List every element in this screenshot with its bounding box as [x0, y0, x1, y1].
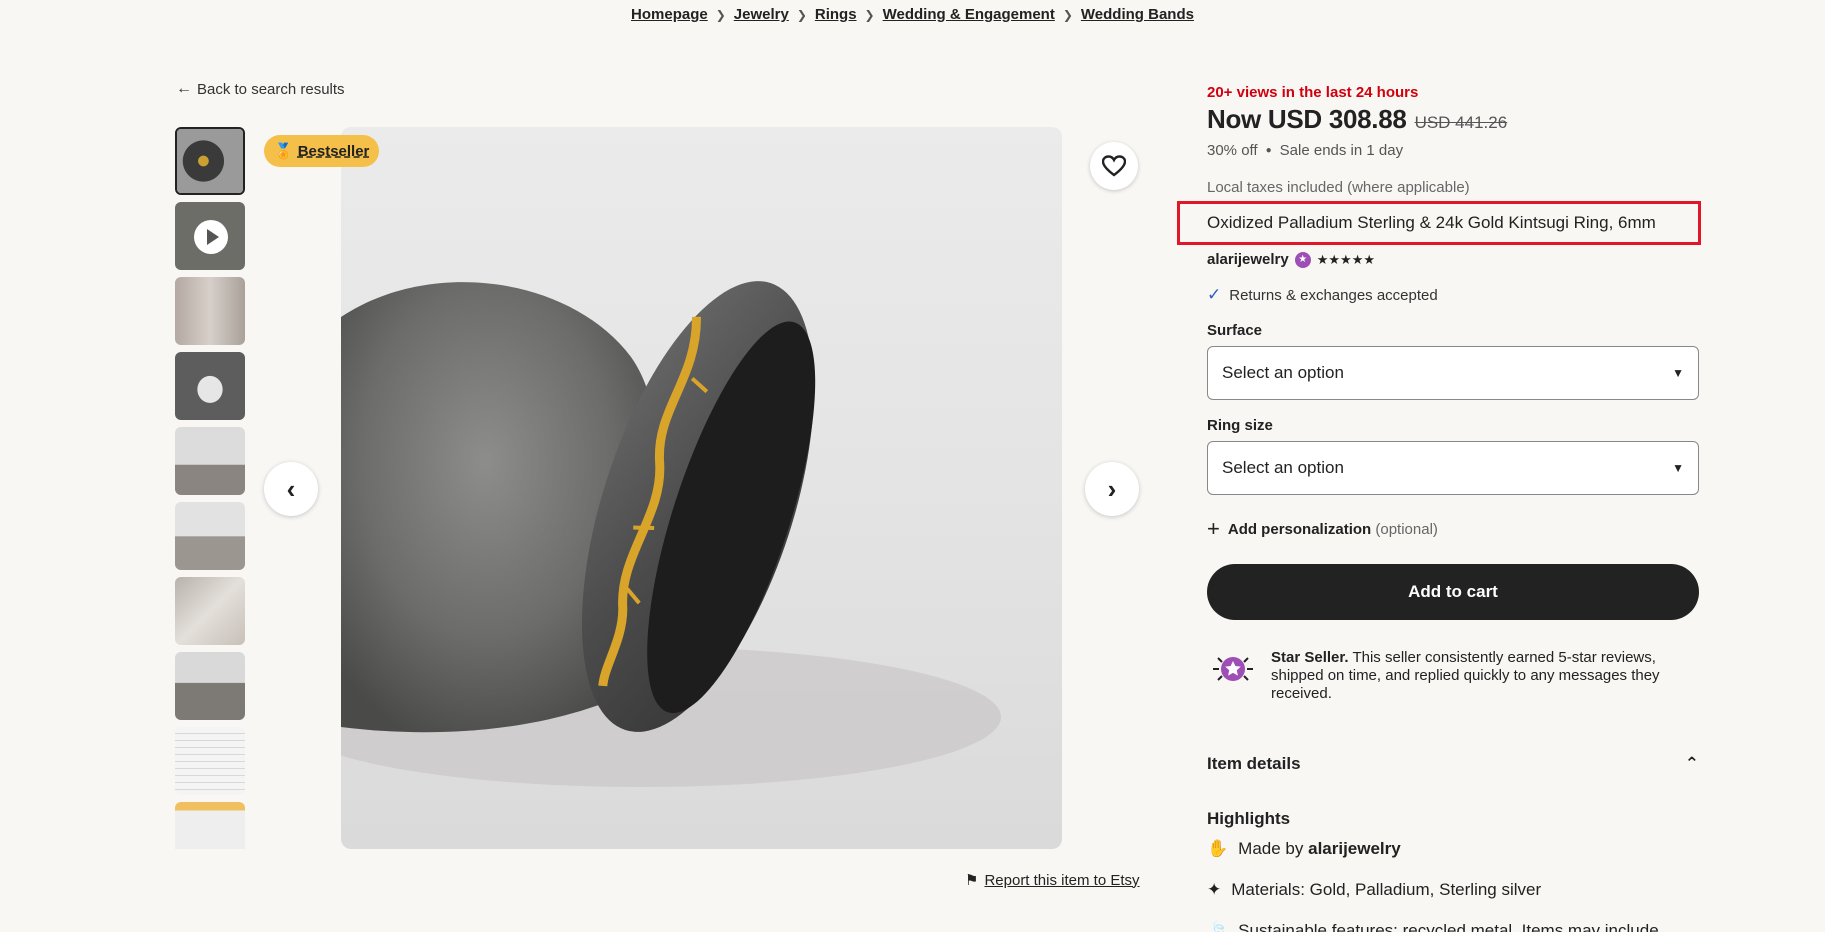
star-seller-description: Star Seller. This seller consistently ea…	[1271, 649, 1699, 703]
ring-size-label: Ring size	[1207, 417, 1273, 434]
optional-label: (optional)	[1375, 520, 1438, 538]
thumbnail-4[interactable]	[175, 352, 245, 420]
bullet-icon: ●	[1265, 145, 1272, 156]
chevron-right-icon: ❯	[796, 8, 807, 22]
shop-name-link[interactable]: alarijewelry	[1207, 251, 1289, 268]
highlight-made-by: ✋ Made by alarijewelry	[1207, 835, 1699, 863]
add-personalization-button[interactable]: + Add personalization (optional)	[1207, 516, 1699, 542]
chevron-right-icon: ›	[1107, 473, 1117, 504]
report-label: Report this item to Etsy	[984, 871, 1140, 889]
breadcrumb-rings[interactable]: Rings	[815, 6, 857, 23]
highlights-heading: Highlights	[1207, 809, 1291, 828]
back-link-label: Back to search results	[197, 80, 345, 98]
bestseller-label: Bestseller	[297, 142, 370, 160]
thumbnail-3[interactable]	[175, 277, 245, 345]
sparkle-icon: ✦	[1207, 880, 1222, 899]
breadcrumb-wedding-bands[interactable]: Wedding Bands	[1081, 6, 1194, 23]
caret-down-icon: ▼	[1672, 366, 1684, 380]
highlight-materials: ✦ Materials: Gold, Palladium, Sterling s…	[1207, 876, 1699, 904]
product-main-image[interactable]	[341, 127, 1062, 849]
ring-size-select-value: Select an option	[1222, 458, 1344, 477]
rating-stars[interactable]: ★★★★★	[1317, 252, 1375, 268]
made-by-prefix: Made by	[1238, 839, 1304, 858]
thumbnail-1[interactable]	[175, 127, 245, 195]
sale-ends-label: Sale ends in 1 day	[1279, 142, 1404, 159]
favorite-button[interactable]	[1090, 142, 1138, 190]
price-row: Now USD 308.88 USD 441.26	[1207, 104, 1699, 135]
personalization-label: Add personalization	[1227, 520, 1372, 538]
add-to-cart-button[interactable]: Add to cart	[1207, 564, 1699, 620]
caret-down-icon: ▼	[1672, 461, 1684, 475]
listing-panel: 20+ views in the last 24 hours Now USD 3…	[1177, 84, 1701, 932]
sustainable-text: Sustainable features: recycled metal. It…	[1238, 921, 1659, 932]
surface-label: Surface	[1207, 322, 1263, 339]
checkmark-icon: ✓	[1207, 285, 1222, 304]
bestseller-badge: 🏅 Bestseller	[264, 135, 380, 167]
made-by-shop-link[interactable]: alarijewelry	[1308, 839, 1401, 858]
leaf-icon: 🍃	[1207, 921, 1229, 932]
thumbnail-video[interactable]	[175, 202, 245, 270]
highlight-sustainable: 🍃 Sustainable features: recycled metal. …	[1207, 917, 1699, 932]
item-details-toggle[interactable]: Item details ⌃	[1207, 754, 1699, 774]
returns-label: Returns & exchanges accepted	[1229, 286, 1438, 304]
medal-icon: 🏅	[274, 143, 293, 160]
star-seller-info: Star Seller. This seller consistently ea…	[1207, 649, 1699, 703]
item-details-label: Item details	[1207, 754, 1301, 773]
sale-info: 30% off ● Sale ends in 1 day	[1207, 142, 1699, 159]
materials-text: Materials: Gold, Palladium, Sterling sil…	[1231, 880, 1542, 899]
star-seller-icon	[1207, 649, 1259, 689]
thumbnail-6[interactable]	[175, 502, 245, 570]
hand-icon: ✋	[1207, 839, 1229, 858]
current-price: Now USD 308.88	[1207, 104, 1407, 134]
arrow-left-icon: ←	[176, 80, 192, 97]
thumbnail-5[interactable]	[175, 427, 245, 495]
heart-icon	[1102, 155, 1126, 177]
breadcrumb: Homepage ❯ Jewelry ❯ Rings ❯ Wedding & Engagem…	[0, 6, 1825, 23]
plus-icon: +	[1207, 516, 1220, 541]
ring-photo	[341, 281, 1001, 787]
ring-size-select[interactable]: Select an option ▼	[1207, 441, 1699, 495]
thumbnail-9[interactable]	[175, 727, 245, 795]
next-image-button[interactable]: ›	[1085, 462, 1139, 516]
returns-info: ✓ Returns & exchanges accepted	[1207, 285, 1699, 305]
views-count: 20+ views in the last 24 hours	[1207, 84, 1419, 101]
star-seller-title: Star Seller.	[1271, 649, 1349, 666]
thumbnail-10[interactable]	[175, 802, 245, 849]
surface-select[interactable]: Select an option ▼	[1207, 346, 1699, 400]
thumbnail-7[interactable]	[175, 577, 245, 645]
breadcrumb-jewelry[interactable]: Jewelry	[734, 6, 789, 23]
discount-label: 30% off	[1207, 142, 1258, 159]
report-item-link[interactable]: ⚑ Report this item to Etsy	[965, 871, 1140, 890]
surface-select-value: Select an option	[1222, 363, 1344, 382]
shop-row: alarijewelry ★ ★★★★★	[1207, 251, 1699, 268]
original-price: USD 441.26	[1414, 113, 1508, 132]
star-seller-badge-icon: ★	[1294, 251, 1311, 268]
listing-title-text: Oxidized Palladium Sterling & 24k Gold K…	[1207, 213, 1656, 232]
chevron-right-icon: ❯	[864, 8, 875, 22]
chevron-left-icon: ‹	[286, 473, 296, 504]
thumbnail-list	[175, 127, 245, 849]
chevron-right-icon: ❯	[715, 8, 726, 22]
back-to-search-link[interactable]: ← Back to search results	[176, 80, 345, 98]
listing-title: Oxidized Palladium Sterling & 24k Gold K…	[1177, 201, 1701, 245]
chevron-right-icon: ❯	[1062, 8, 1073, 22]
breadcrumb-homepage[interactable]: Homepage	[631, 6, 708, 23]
thumbnail-8[interactable]	[175, 652, 245, 720]
taxes-note: Local taxes included (where applicable)	[1207, 179, 1470, 196]
previous-image-button[interactable]: ‹	[264, 462, 318, 516]
chevron-up-icon: ⌃	[1684, 754, 1699, 773]
play-icon	[194, 220, 228, 254]
breadcrumb-wedding-engagement[interactable]: Wedding & Engagement	[883, 6, 1055, 23]
flag-icon: ⚑	[965, 872, 979, 889]
